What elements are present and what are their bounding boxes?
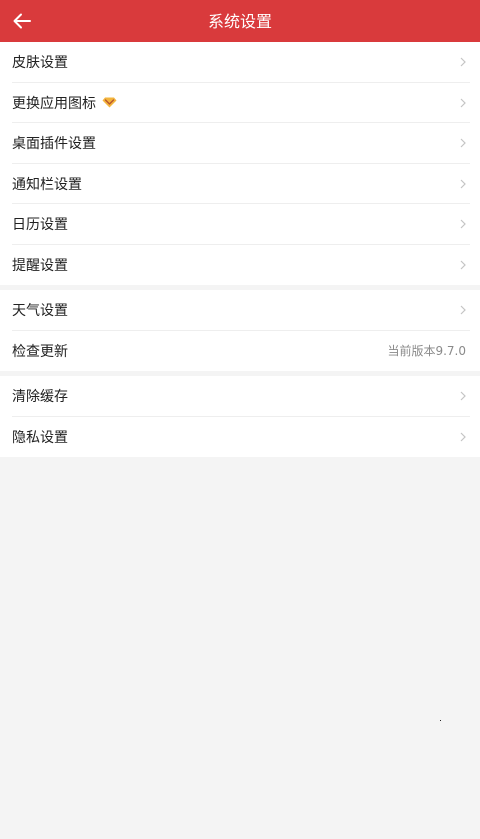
- desktop-widget-settings-item[interactable]: 桌面插件设置: [0, 123, 480, 164]
- item-label: 皮肤设置: [12, 55, 68, 72]
- chevron-right-icon: [460, 219, 466, 229]
- settings-group-privacy: 清除缓存 隐私设置: [0, 376, 480, 457]
- chevron-right-icon: [460, 305, 466, 315]
- item-label: 天气设置: [12, 303, 68, 320]
- clear-cache-item[interactable]: 清除缓存: [0, 376, 480, 417]
- item-label: 提醒设置: [12, 257, 68, 274]
- item-label: 桌面插件设置: [12, 136, 96, 153]
- item-label-wrap: 更换应用图标: [12, 93, 460, 113]
- chevron-right-icon: [460, 391, 466, 401]
- chevron-right-icon: [460, 260, 466, 270]
- item-label: 检查更新: [12, 343, 68, 360]
- check-update-item[interactable]: 检查更新 当前版本9.7.0: [0, 331, 480, 372]
- current-version-text: 当前版本9.7.0: [387, 344, 466, 359]
- app-header: 系统设置: [0, 0, 480, 42]
- weather-settings-item[interactable]: 天气设置: [0, 290, 480, 331]
- chevron-right-icon: [460, 432, 466, 442]
- chevron-right-icon: [460, 138, 466, 148]
- calendar-settings-item[interactable]: 日历设置: [0, 204, 480, 245]
- item-label: 更换应用图标: [12, 95, 96, 112]
- chevron-right-icon: [460, 57, 466, 67]
- item-label: 通知栏设置: [12, 176, 82, 193]
- settings-group-general: 皮肤设置 更换应用图标 桌面插件设置 通知栏设置 日历设置 提醒设置: [0, 42, 480, 285]
- page-title: 系统设置: [207, 12, 272, 31]
- change-app-icon-item[interactable]: 更换应用图标: [0, 83, 480, 124]
- skin-settings-item[interactable]: 皮肤设置: [0, 42, 480, 83]
- vip-diamond-icon: [102, 97, 117, 108]
- notification-bar-settings-item[interactable]: 通知栏设置: [0, 164, 480, 205]
- privacy-settings-item[interactable]: 隐私设置: [0, 417, 480, 458]
- item-label: 清除缓存: [12, 389, 68, 406]
- item-label: 隐私设置: [12, 429, 68, 446]
- settings-group-weather-update: 天气设置 检查更新 当前版本9.7.0: [0, 290, 480, 371]
- item-label: 日历设置: [12, 217, 68, 234]
- reminder-settings-item[interactable]: 提醒设置: [0, 245, 480, 286]
- stray-dot: [440, 720, 441, 721]
- chevron-right-icon: [460, 98, 466, 108]
- chevron-right-icon: [460, 179, 466, 189]
